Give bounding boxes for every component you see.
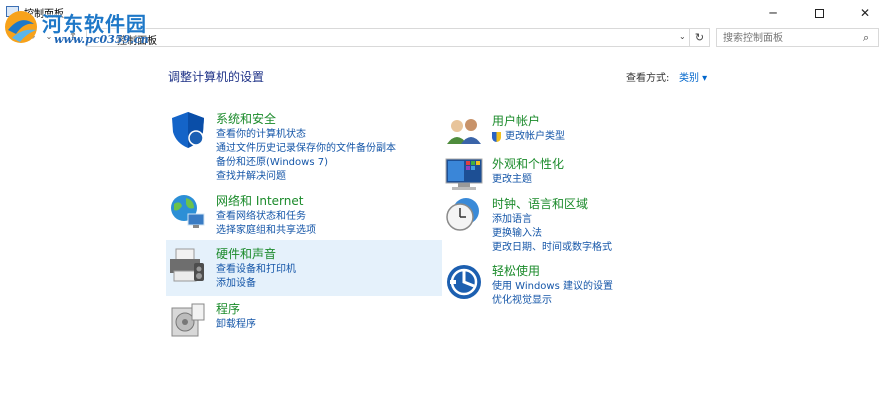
clock-globe-icon <box>446 198 479 231</box>
minimize-button[interactable]: ─ <box>750 0 796 26</box>
maximize-button[interactable] <box>796 0 842 26</box>
watermark-logo-icon <box>5 11 37 43</box>
watermark: 河东软件园 www.pc0359.cn <box>2 2 182 50</box>
view-by-dropdown[interactable]: 类别 ▾ <box>679 69 707 84</box>
search-input[interactable] <box>723 31 853 45</box>
display-icon <box>445 158 483 190</box>
category-links: 添加语言 更换输入法 更改日期、时间或数字格式 <box>492 213 612 255</box>
category-links: 查看网络状态和任务 选择家庭组和共享选项 <box>216 210 316 238</box>
close-button[interactable]: ✕ <box>842 0 887 26</box>
search-box[interactable]: ⌕ <box>716 28 879 47</box>
category-links: 查看设备和打印机 添加设备 <box>216 263 296 291</box>
category-links: 更改主题 <box>492 173 532 187</box>
link-optimize-visual-display[interactable]: 优化视觉显示 <box>492 294 613 308</box>
category-links: 卸载程序 <box>216 318 256 332</box>
programs-icon <box>171 303 205 337</box>
page-heading: 调整计算机的设置 <box>168 70 265 84</box>
link-recommended-settings[interactable]: 使用 Windows 建议的设置 <box>492 280 613 294</box>
link-network-status[interactable]: 查看网络状态和任务 <box>216 210 316 224</box>
link-devices-printers[interactable]: 查看设备和打印机 <box>216 263 296 277</box>
link-view-computer-status[interactable]: 查看你的计算机状态 <box>216 128 396 142</box>
link-troubleshoot[interactable]: 查找并解决问题 <box>216 170 396 184</box>
category-links: 查看你的计算机状态 通过文件历史记录保存你的文件备份副本 备份和还原(Windo… <box>216 128 396 184</box>
link-file-history[interactable]: 通过文件历史记录保存你的文件备份副本 <box>216 142 396 156</box>
globe-network-icon <box>171 195 205 228</box>
search-icon[interactable]: ⌕ <box>863 31 869 45</box>
address-dropdown-icon[interactable]: ⌄ <box>679 32 686 41</box>
category-title[interactable]: 轻松使用 <box>492 262 540 279</box>
refresh-button[interactable]: ↻ <box>690 28 710 47</box>
category-title[interactable]: 时钟、语言和区域 <box>492 195 588 212</box>
category-title[interactable]: 用户帐户 <box>492 112 540 129</box>
category-title[interactable]: 外观和个性化 <box>492 155 564 172</box>
shield-icon <box>172 112 204 148</box>
link-homegroup[interactable]: 选择家庭组和共享选项 <box>216 224 316 238</box>
category-title[interactable]: 系统和安全 <box>216 110 276 127</box>
category-links: 使用 Windows 建议的设置 优化视觉显示 <box>492 280 613 308</box>
watermark-url: www.pc0359.cn <box>54 33 149 46</box>
link-uninstall-program[interactable]: 卸载程序 <box>216 318 256 332</box>
link-change-theme[interactable]: 更改主题 <box>492 173 532 187</box>
link-add-language[interactable]: 添加语言 <box>492 213 612 227</box>
printer-icon <box>170 248 204 282</box>
link-backup-restore[interactable]: 备份和还原(Windows 7) <box>216 156 396 170</box>
users-icon <box>447 119 481 144</box>
category-title[interactable]: 硬件和声音 <box>216 245 276 262</box>
category-title[interactable]: 网络和 Internet <box>216 192 303 209</box>
category-title[interactable]: 程序 <box>216 300 240 317</box>
view-by-label: 查看方式: <box>626 73 670 84</box>
category-links: 更改帐户类型 <box>492 130 565 144</box>
link-change-account-type[interactable]: 更改帐户类型 <box>492 130 565 144</box>
maximize-icon <box>814 8 824 18</box>
link-change-input-method[interactable]: 更换输入法 <box>492 227 612 241</box>
link-change-date-time-format[interactable]: 更改日期、时间或数字格式 <box>492 241 612 255</box>
ease-of-access-icon <box>447 265 481 299</box>
link-add-device[interactable]: 添加设备 <box>216 277 296 291</box>
